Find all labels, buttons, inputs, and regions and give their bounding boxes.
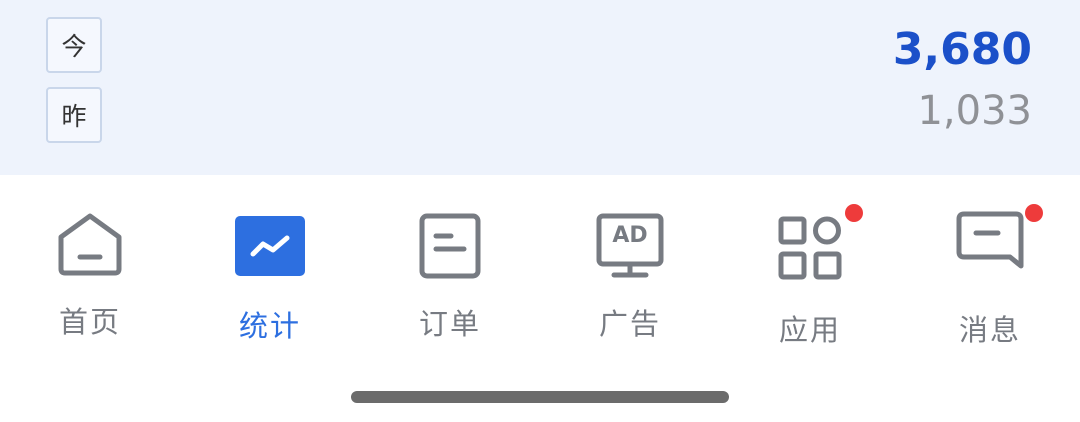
tab-apps[interactable]: 应用: [720, 175, 900, 375]
tab-label-home: 首页: [58, 305, 121, 339]
yesterday-tag[interactable]: 昨: [46, 87, 102, 143]
today-tag[interactable]: 今: [46, 17, 102, 73]
tab-messages[interactable]: 消息: [900, 175, 1080, 375]
tab-label-orders: 订单: [418, 307, 481, 341]
order-icon: [419, 213, 481, 279]
bottom-tab-bar: 首页 统计 订单 AD 广告 应用 消息: [0, 175, 1080, 375]
tab-ads[interactable]: AD 广告: [540, 175, 720, 375]
ad-icon-text: AD: [612, 223, 648, 248]
today-value: 3,680: [892, 24, 1032, 75]
home-indicator[interactable]: [351, 391, 729, 403]
apps-icon: [778, 216, 842, 280]
ad-icon: AD: [596, 213, 664, 279]
home-icon: [58, 213, 122, 276]
yesterday-value: 1,033: [917, 88, 1032, 134]
tab-label-messages: 消息: [958, 313, 1021, 347]
tab-label-apps: 应用: [778, 313, 841, 347]
tab-home[interactable]: 首页: [0, 175, 180, 375]
stats-panel: 今 昨 3,680 1,033: [0, 0, 1080, 175]
tab-label-stats: 统计: [238, 309, 301, 343]
tab-label-ads: 广告: [598, 307, 661, 341]
tab-stats[interactable]: 统计: [180, 175, 360, 375]
tab-orders[interactable]: 订单: [360, 175, 540, 375]
apps-badge: [845, 204, 863, 222]
message-icon: [956, 211, 1024, 269]
messages-badge: [1025, 204, 1043, 222]
stats-icon: [235, 216, 305, 276]
